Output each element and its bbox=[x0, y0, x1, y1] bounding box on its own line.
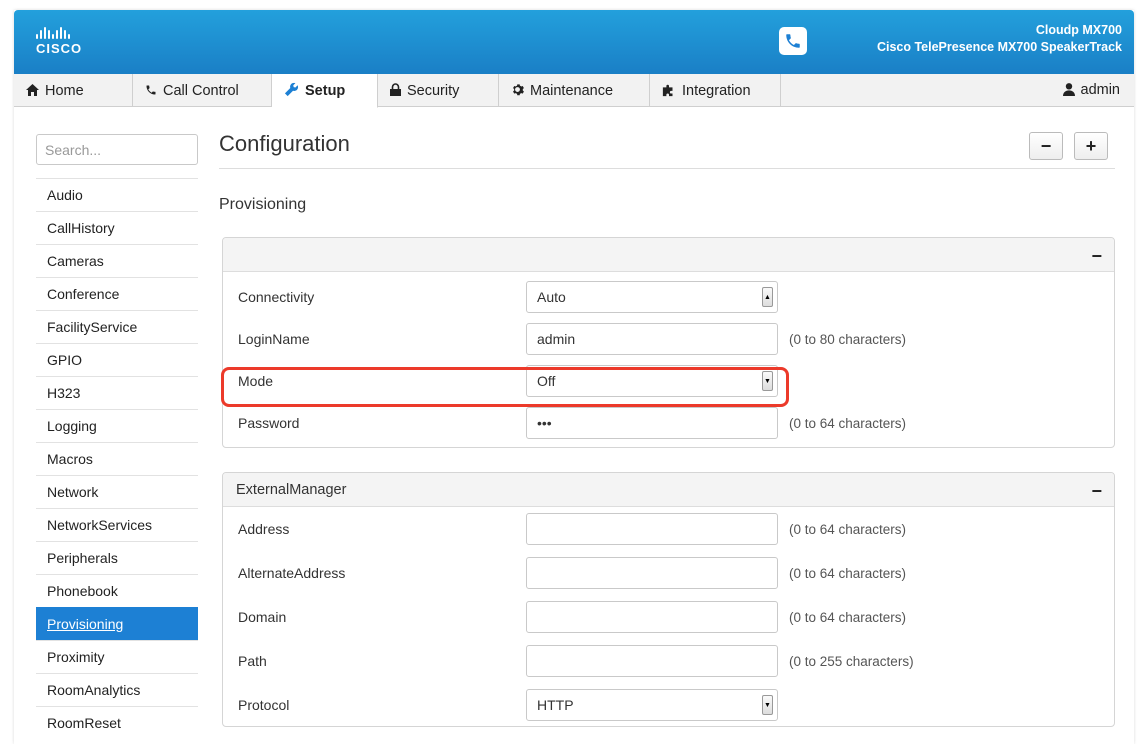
gear-icon bbox=[511, 83, 524, 98]
sidebar-item-callhistory[interactable]: CallHistory bbox=[36, 211, 198, 244]
mode-highlight-box bbox=[221, 367, 789, 407]
setting-row-domain: Domain (0 to 64 characters) bbox=[223, 599, 1116, 635]
setting-label: AlternateAddress bbox=[238, 565, 346, 581]
sidebar-list: Audio CallHistory Cameras Conference Fac… bbox=[36, 178, 198, 739]
setting-label: Password bbox=[238, 415, 300, 431]
field-hint: (0 to 255 characters) bbox=[789, 653, 914, 669]
nav-integration-label: Integration bbox=[682, 82, 751, 99]
cisco-logo: CISCO bbox=[36, 27, 82, 56]
select-value: Auto bbox=[537, 289, 566, 305]
sidebar-item-logging[interactable]: Logging bbox=[36, 409, 198, 442]
sidebar-item-roomanalytics[interactable]: RoomAnalytics bbox=[36, 673, 198, 706]
expand-all-button[interactable]: + bbox=[1074, 132, 1108, 160]
setting-row-loginname: LoginName admin (0 to 80 characters) bbox=[223, 321, 1116, 357]
provisioning-panel: − Connectivity Auto ▲ LoginName admin (0… bbox=[222, 237, 1115, 448]
setting-label: Domain bbox=[238, 609, 287, 625]
setting-label: LoginName bbox=[238, 331, 310, 347]
sidebar-item-conference[interactable]: Conference bbox=[36, 277, 198, 310]
nav-call-control-label: Call Control bbox=[163, 82, 239, 99]
sidebar-item-phonebook[interactable]: Phonebook bbox=[36, 574, 198, 607]
dropdown-arrow-icon: ▼ bbox=[762, 695, 773, 715]
panel-header: − bbox=[223, 238, 1114, 272]
protocol-select[interactable]: HTTP ▼ bbox=[526, 689, 778, 721]
nav-home[interactable]: Home bbox=[14, 74, 133, 107]
connectivity-select[interactable]: Auto ▲ bbox=[526, 281, 778, 313]
home-icon bbox=[26, 83, 39, 98]
sidebar-item-peripherals[interactable]: Peripherals bbox=[36, 541, 198, 574]
panel-collapse-button[interactable]: − bbox=[1091, 481, 1102, 502]
nav-setup-label: Setup bbox=[305, 82, 346, 99]
user-icon bbox=[1062, 82, 1075, 98]
sidebar-item-h323[interactable]: H323 bbox=[36, 376, 198, 409]
nav-call-control[interactable]: Call Control bbox=[133, 74, 272, 107]
app-window: CISCO Cloudp MX700 Cisco TelePresence MX… bbox=[14, 10, 1134, 744]
phone-icon bbox=[779, 27, 807, 55]
logo-bars bbox=[36, 27, 82, 39]
setting-label: Connectivity bbox=[238, 289, 315, 305]
setting-row-protocol: Protocol HTTP ▼ bbox=[223, 687, 1116, 723]
setting-row-connectivity: Connectivity Auto ▲ bbox=[223, 279, 1116, 315]
puzzle-icon bbox=[662, 83, 676, 99]
setting-label: Address bbox=[238, 521, 290, 537]
sidebar-item-cameras[interactable]: Cameras bbox=[36, 244, 198, 277]
wrench-icon bbox=[284, 82, 299, 99]
page-title: Configuration bbox=[219, 131, 350, 156]
sidebar-item-roomreset[interactable]: RoomReset bbox=[36, 706, 198, 739]
field-hint: (0 to 64 characters) bbox=[789, 415, 907, 431]
path-input[interactable] bbox=[526, 645, 778, 677]
device-name: Cloudp MX700 bbox=[1035, 23, 1122, 37]
select-value: HTTP bbox=[537, 697, 574, 713]
setting-label: Protocol bbox=[238, 697, 290, 713]
panel-header: ExternalManager − bbox=[223, 473, 1114, 507]
setting-row-password: Password ••• (0 to 64 characters) bbox=[223, 405, 1116, 441]
sidebar-item-provisioning[interactable]: Provisioning bbox=[36, 607, 198, 640]
nav-home-label: Home bbox=[45, 82, 84, 99]
dropdown-arrow-icon: ▲ bbox=[762, 287, 773, 307]
main-nav: Home Call Control Setup Security Mainten… bbox=[14, 74, 1135, 108]
setting-row-path: Path (0 to 255 characters) bbox=[223, 643, 1116, 679]
collapse-all-button[interactable]: − bbox=[1029, 132, 1063, 160]
phone-small-icon bbox=[145, 84, 157, 98]
sidebar-item-proximity[interactable]: Proximity bbox=[36, 640, 198, 673]
user-menu[interactable]: admin bbox=[1062, 74, 1135, 106]
section-title: Provisioning bbox=[219, 196, 307, 213]
nav-security[interactable]: Security bbox=[378, 74, 499, 107]
address-input[interactable] bbox=[526, 513, 778, 545]
sidebar-item-facilityservice[interactable]: FacilityService bbox=[36, 310, 198, 343]
sidebar-item-network[interactable]: Network bbox=[36, 475, 198, 508]
device-model: Cisco TelePresence MX700 SpeakerTrack bbox=[876, 40, 1122, 54]
brand-text: CISCO bbox=[36, 41, 83, 56]
domain-input[interactable] bbox=[526, 601, 778, 633]
search-input[interactable] bbox=[36, 134, 198, 165]
lock-icon bbox=[390, 83, 401, 98]
panel-collapse-button[interactable]: − bbox=[1091, 246, 1102, 267]
nav-security-label: Security bbox=[407, 82, 460, 99]
title-divider bbox=[219, 168, 1115, 169]
nav-maintenance-label: Maintenance bbox=[530, 82, 614, 99]
setting-row-address: Address (0 to 64 characters) bbox=[223, 511, 1116, 547]
device-info: Cloudp MX700 Cisco TelePresence MX700 Sp… bbox=[877, 22, 1122, 56]
setting-row-alternateaddress: AlternateAddress (0 to 64 characters) bbox=[223, 555, 1116, 591]
field-hint: (0 to 64 characters) bbox=[789, 521, 907, 537]
password-input[interactable]: ••• bbox=[526, 407, 778, 439]
nav-setup[interactable]: Setup bbox=[272, 74, 378, 108]
nav-maintenance[interactable]: Maintenance bbox=[499, 74, 650, 107]
field-hint: (0 to 64 characters) bbox=[789, 565, 907, 581]
sidebar-item-macros[interactable]: Macros bbox=[36, 442, 198, 475]
user-name: admin bbox=[1080, 82, 1121, 98]
alternateaddress-input[interactable] bbox=[526, 557, 778, 589]
field-hint: (0 to 64 characters) bbox=[789, 609, 907, 625]
field-hint: (0 to 80 characters) bbox=[789, 331, 907, 347]
sidebar-item-networkservices[interactable]: NetworkServices bbox=[36, 508, 198, 541]
nav-integration[interactable]: Integration bbox=[650, 74, 781, 107]
panel-header-label: ExternalManager bbox=[236, 481, 347, 498]
header-bar: CISCO Cloudp MX700 Cisco TelePresence MX… bbox=[14, 10, 1134, 74]
sidebar-item-audio[interactable]: Audio bbox=[36, 178, 198, 211]
sidebar-item-gpio[interactable]: GPIO bbox=[36, 343, 198, 376]
setting-label: Path bbox=[238, 653, 267, 669]
loginname-input[interactable]: admin bbox=[526, 323, 778, 355]
externalmanager-panel: ExternalManager − Address (0 to 64 chara… bbox=[222, 472, 1115, 727]
